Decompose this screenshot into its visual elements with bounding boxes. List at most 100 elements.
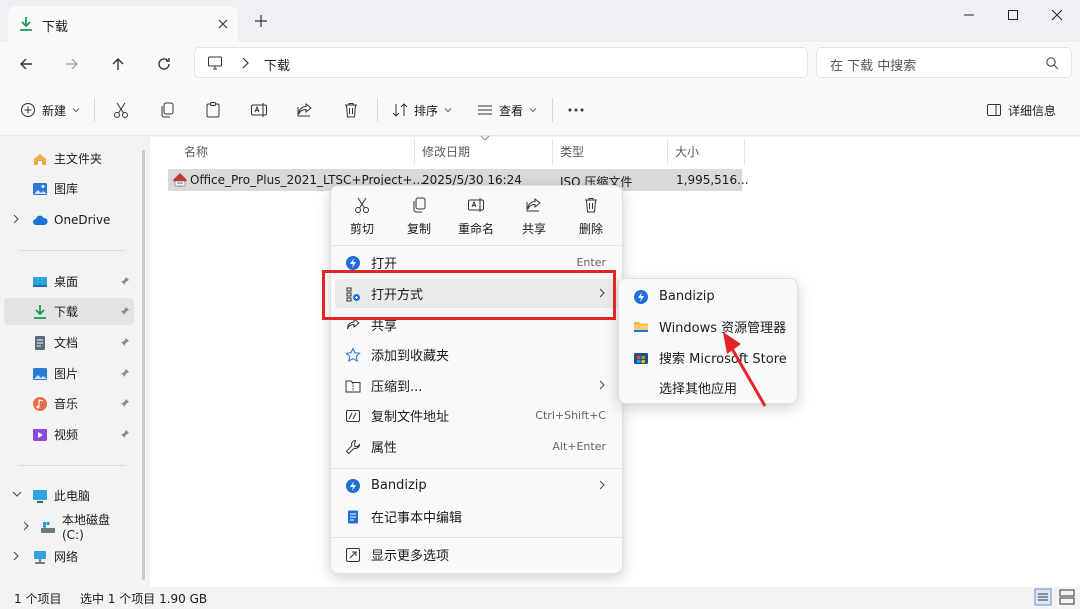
bandizip-icon [345,478,361,494]
sidebar-item-onedrive[interactable]: OneDrive [4,206,134,233]
computer-icon [32,488,48,504]
view-button[interactable]: 查看 [477,96,537,124]
delete-action[interactable]: 删除 [563,196,619,244]
cut-action[interactable]: 剪切 [334,196,390,244]
copy-action[interactable]: 复制 [391,196,447,244]
properties-label: 属性 [371,441,398,456]
sidebar-item-videos[interactable]: 视频 [4,421,134,448]
submenu-item-bandizip[interactable]: Bandizip [623,282,795,311]
column-header-type[interactable]: 类型 [560,143,584,160]
search-box[interactable]: 在 下载 中搜索 [816,47,1072,78]
chevron-right-icon[interactable] [12,551,20,561]
trash-icon [585,198,597,213]
copy-label: 复制 [406,222,431,236]
chevron-right-icon[interactable] [22,521,30,531]
chevron-right-icon[interactable] [12,214,20,224]
more-options-label: 显示更多选项 [371,549,450,564]
sidebar-item-desktop[interactable]: 桌面 [4,268,134,295]
breadcrumb-chevron-icon[interactable] [239,56,251,70]
wrench-icon [345,439,361,455]
menu-item-copy-path[interactable]: 复制文件地址 Ctrl+Shift+C [335,401,620,430]
menu-item-add-favorites[interactable]: 添加到收藏夹 [335,340,620,369]
column-header-modified[interactable]: 修改日期 [422,143,470,160]
delete-button[interactable] [342,96,360,124]
properties-shortcut: Alt+Enter [552,440,606,453]
sidebar-item-pictures[interactable]: 图片 [4,360,134,387]
pin-icon [120,429,130,439]
rename-button[interactable] [250,96,268,124]
share-button[interactable] [296,96,314,124]
more-options-icon[interactable] [567,96,585,124]
column-divider[interactable] [667,139,668,165]
column-divider[interactable] [552,139,553,165]
sidebar-label: 主文件夹 [54,152,103,166]
sort-button[interactable]: 排序 [392,96,452,124]
bandizip-label: Bandizip [371,478,427,493]
column-divider[interactable] [744,139,745,165]
cut-button[interactable] [112,96,130,124]
column-header-name[interactable]: 名称 [184,143,208,160]
toolbar-divider [552,98,553,122]
tab-downloads[interactable]: 下载 [8,6,238,42]
sidebar-scrollbar[interactable] [142,150,145,580]
command-bar: 新建 排序 查看 详细信息 [0,84,1080,136]
store-icon [633,350,649,366]
close-window-button[interactable] [1040,4,1074,26]
sidebar-item-home[interactable]: 主文件夹 [4,145,134,172]
copy-icon [161,102,174,118]
paste-button[interactable] [204,96,222,124]
sidebar-label: 此电脑 [54,489,91,503]
gallery-icon [32,181,48,197]
sidebar-item-downloads[interactable]: 下载 [4,298,134,325]
menu-item-properties[interactable]: 属性 Alt+Enter [335,432,620,461]
chevron-down-icon [529,106,537,114]
annotation-arrow-icon [723,332,767,407]
computer-icon [207,55,223,71]
maximize-button[interactable] [996,4,1030,26]
forward-button[interactable] [58,50,86,78]
desktop-icon [32,274,48,290]
chevron-down-icon[interactable] [12,490,22,498]
new-tab-button[interactable] [252,12,270,30]
new-button[interactable]: 新建 [20,96,80,124]
more-options-icon [345,547,361,563]
menu-item-bandizip[interactable]: Bandizip [335,471,620,500]
zip-folder-icon [345,378,361,394]
refresh-button[interactable] [150,50,178,78]
sidebar-item-network[interactable]: 网络 [4,543,134,570]
chevron-down-icon [444,106,452,114]
blank-icon [633,380,649,396]
details-pane-button[interactable]: 详细信息 [986,96,1056,124]
up-button[interactable] [104,50,132,78]
share-action[interactable]: 共享 [506,196,562,244]
breadcrumb-downloads[interactable]: 下载 [264,55,290,74]
sidebar-item-local-disk[interactable]: 本地磁盘 (C:) [4,513,134,542]
column-header-size[interactable]: 大小 [675,143,699,160]
status-bar: 1 个项目 选中 1 个项目 1.90 GB [0,587,1080,609]
open-shortcut: Enter [576,256,606,269]
menu-item-more-options[interactable]: 显示更多选项 [335,540,620,569]
pin-icon [120,368,130,378]
details-view-icon[interactable] [1034,588,1052,606]
minimize-button[interactable] [952,4,986,26]
sort-label: 排序 [414,103,439,118]
menu-separator [331,468,624,469]
tiles-view-icon[interactable] [1058,588,1076,606]
rename-action[interactable]: 重命名 [448,196,504,244]
menu-item-compress[interactable]: 压缩到... [335,371,620,400]
close-tab-icon[interactable] [214,15,232,33]
edit-notepad-label: 在记事本中编辑 [371,511,463,526]
view-label: 查看 [499,103,524,118]
copy-button[interactable] [158,96,176,124]
back-button[interactable] [12,50,40,78]
bandizip-icon [633,289,649,305]
menu-item-edit-notepad[interactable]: 在记事本中编辑 [335,502,620,531]
chevron-right-icon [598,480,606,490]
drive-icon [40,519,56,535]
column-divider[interactable] [414,139,415,165]
address-bar[interactable]: 下载 [194,47,808,78]
sidebar-item-music[interactable]: 音乐 [4,390,134,417]
sidebar-item-documents[interactable]: 文档 [4,329,134,356]
sidebar-item-this-pc[interactable]: 此电脑 [4,482,134,509]
sidebar-item-gallery[interactable]: 图库 [4,175,134,202]
